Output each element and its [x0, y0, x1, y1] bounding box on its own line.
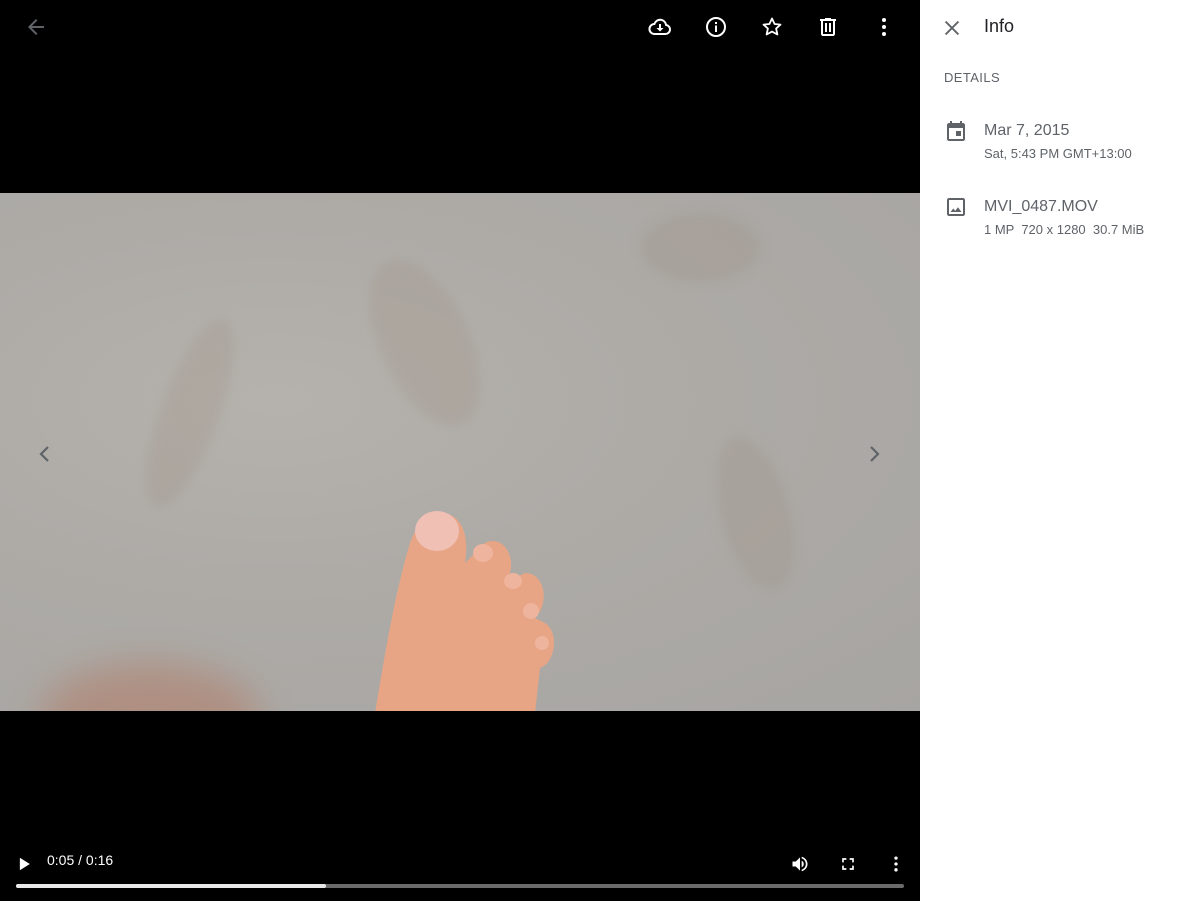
volume-icon [792, 856, 808, 872]
time-display: 0:05 / 0:16 [47, 852, 114, 868]
date-primary: Mar 7, 2015 [984, 122, 1070, 139]
progress-bar[interactable] [16, 884, 904, 888]
file-name: MVI_0487.MOV [984, 198, 1098, 215]
video-controls: 0:05 / 0:16 [0, 840, 920, 901]
calendar-icon [947, 121, 965, 141]
media-viewer: 0:05 / 0:16 [0, 0, 920, 901]
details-section-label: DETAILS [944, 70, 1001, 85]
play-button[interactable] [8, 848, 40, 880]
close-icon [944, 20, 960, 36]
info-icon [706, 17, 726, 37]
file-details: 1 MP 720 x 1280 30.7 MiB [984, 222, 1145, 237]
next-button[interactable] [857, 437, 891, 471]
image-icon [947, 198, 965, 216]
favorite-button[interactable] [752, 7, 792, 47]
more-vert-icon [882, 18, 886, 36]
floor-texture [700, 426, 810, 600]
foot-image [375, 511, 555, 711]
play-icon [19, 857, 30, 871]
floor-texture [127, 308, 253, 518]
star-icon [762, 17, 782, 36]
chevron-right-icon [870, 446, 880, 462]
video-frame[interactable] [0, 193, 920, 711]
arrow-back-icon [28, 19, 44, 35]
previous-button[interactable] [28, 437, 62, 471]
floor-texture [640, 213, 760, 283]
panel-title: Info [984, 16, 1015, 36]
info-button[interactable] [696, 7, 736, 47]
player-more-button[interactable] [880, 848, 912, 880]
download-button[interactable] [640, 7, 680, 47]
back-button[interactable] [16, 7, 56, 47]
fullscreen-icon [842, 858, 854, 870]
close-info-button[interactable] [932, 8, 972, 48]
more-vert-icon [894, 856, 898, 872]
trash-icon [820, 18, 836, 36]
floor-texture [346, 242, 504, 444]
cloud-download-icon [648, 18, 671, 36]
fullscreen-button[interactable] [832, 848, 864, 880]
delete-button[interactable] [808, 7, 848, 47]
progress-fill [16, 884, 326, 888]
volume-button[interactable] [784, 848, 816, 880]
chevron-left-icon [39, 446, 49, 462]
date-secondary: Sat, 5:43 PM GMT+13:00 [984, 146, 1132, 161]
blurred-object [40, 663, 260, 711]
more-options-button[interactable] [864, 7, 904, 47]
